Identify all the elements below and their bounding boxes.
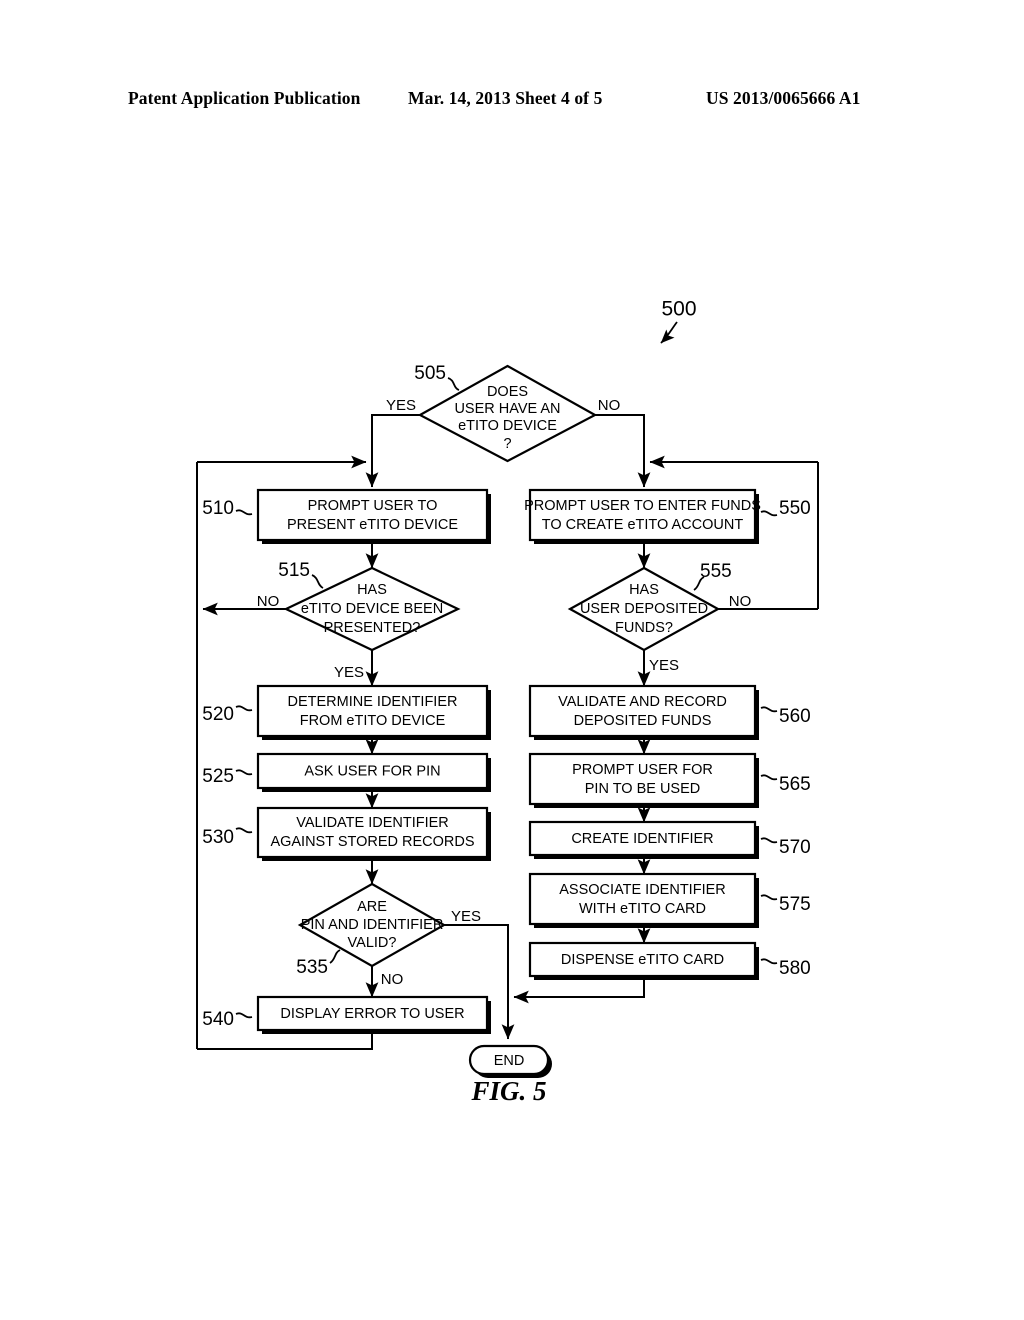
ref-number-535: 535 <box>296 957 328 978</box>
process-560-line1: VALIDATE AND RECORD <box>558 694 727 710</box>
process-520-line1: DETERMINE IDENTIFIER <box>288 694 458 710</box>
ref-number-580: 580 <box>779 958 811 979</box>
ref-leader-565 <box>760 774 778 781</box>
ref-number-505: 505 <box>414 363 446 384</box>
ref-leader-530 <box>235 827 253 834</box>
process-530[interactable]: VALIDATE IDENTIFIER AGAINST STORED RECOR… <box>256 806 491 861</box>
ref-number-540: 540 <box>202 1009 234 1030</box>
process-575-line1: ASSOCIATE IDENTIFIER <box>559 882 726 898</box>
process-560-line2: DEPOSITED FUNDS <box>574 713 712 729</box>
process-530-line2: AGAINST STORED RECORDS <box>270 834 474 850</box>
decision-505-line3: eTITO DEVICE <box>458 418 557 434</box>
decision-505-line1: DOES <box>487 384 528 400</box>
process-580[interactable]: DISPENSE eTITO CARD <box>528 941 759 980</box>
ref-number-525: 525 <box>202 766 234 787</box>
ref-leader-525 <box>235 769 253 776</box>
branch-label-535-yes: YES <box>451 908 481 925</box>
decision-535-line1: ARE <box>357 899 387 915</box>
process-565-line2: PIN TO BE USED <box>585 781 701 797</box>
ref-leader-550 <box>760 510 778 517</box>
decision-515-line2: eTITO DEVICE BEEN <box>301 601 443 617</box>
process-540-line1: DISPLAY ERROR TO USER <box>280 1006 464 1022</box>
process-510-line1: PROMPT USER TO <box>308 498 438 514</box>
ref-number-550: 550 <box>779 498 811 519</box>
edge-505-yes-to-510 <box>365 414 420 488</box>
ref-leader-510 <box>235 509 253 516</box>
terminator-end-label: END <box>494 1053 525 1069</box>
process-565[interactable]: PROMPT USER FOR PIN TO BE USED <box>528 752 759 808</box>
flowchart-figure: DOES USER HAVE AN eTITO DEVICE ? 505 YES… <box>196 298 819 1106</box>
branch-label-505-yes: YES <box>386 397 416 414</box>
process-570[interactable]: CREATE IDENTIFIER <box>528 820 759 859</box>
process-510-line2: PRESENT eTITO DEVICE <box>287 517 458 533</box>
process-570-line1: CREATE IDENTIFIER <box>571 831 713 847</box>
ref-leader-570 <box>760 837 778 844</box>
process-510[interactable]: PROMPT USER TO PRESENT eTITO DEVICE <box>256 488 491 544</box>
figure-caption: FIG. 5 <box>470 1076 546 1106</box>
ref-number-515: 515 <box>278 560 310 581</box>
decision-555-line3: FUNDS? <box>615 620 673 636</box>
process-530-line1: VALIDATE IDENTIFIER <box>296 815 449 831</box>
process-520[interactable]: DETERMINE IDENTIFIER FROM eTITO DEVICE <box>256 684 491 740</box>
decision-515[interactable]: HAS eTITO DEVICE BEEN PRESENTED? <box>283 566 461 652</box>
ref-number-520: 520 <box>202 704 234 725</box>
process-550-line1: PROMPT USER TO ENTER FUNDS <box>524 498 761 514</box>
ref-number-560: 560 <box>779 706 811 727</box>
decision-505[interactable]: DOES USER HAVE AN eTITO DEVICE ? <box>417 364 598 463</box>
decision-535-line3: VALID? <box>348 935 397 951</box>
figure-ref-number-500: 500 <box>661 298 696 321</box>
process-565-line1: PROMPT USER FOR <box>572 762 713 778</box>
ref-number-555: 555 <box>700 561 732 582</box>
process-520-line2: FROM eTITO DEVICE <box>300 713 446 729</box>
process-550-line2: TO CREATE eTITO ACCOUNT <box>542 517 744 533</box>
process-525[interactable]: ASK USER FOR PIN <box>256 752 491 792</box>
decision-535-line2: PIN AND IDENTIFIER <box>301 917 444 933</box>
ref-leader-515 <box>311 574 324 589</box>
branch-label-535-no: NO <box>381 971 404 988</box>
ref-leader-520 <box>235 705 253 712</box>
ref-leader-560 <box>760 706 778 713</box>
decision-515-line1: HAS <box>357 582 387 598</box>
decision-535[interactable]: ARE PIN AND IDENTIFIER VALID? <box>297 882 447 968</box>
ref-number-510: 510 <box>202 498 234 519</box>
process-550[interactable]: PROMPT USER TO ENTER FUNDS TO CREATE eTI… <box>524 488 761 544</box>
decision-515-line3: PRESENTED? <box>324 620 421 636</box>
branch-label-515-no: NO <box>257 593 280 610</box>
decision-505-line2: USER HAVE AN <box>454 401 560 417</box>
decision-555[interactable]: HAS USER DEPOSITED FUNDS? <box>567 566 721 652</box>
patent-page: Patent Application Publication Mar. 14, … <box>0 0 1024 1320</box>
process-580-line1: DISPENSE eTITO CARD <box>561 952 724 968</box>
ref-number-530: 530 <box>202 827 234 848</box>
process-575-line2: WITH eTITO CARD <box>579 901 706 917</box>
terminator-end[interactable]: END <box>468 1044 552 1078</box>
branch-label-555-no: NO <box>729 593 752 610</box>
decision-555-line1: HAS <box>629 582 659 598</box>
branch-label-505-no: NO <box>598 397 621 414</box>
ref-leader-540 <box>235 1012 253 1019</box>
process-575[interactable]: ASSOCIATE IDENTIFIER WITH eTITO CARD <box>528 872 759 928</box>
ref-leader-505 <box>447 377 460 391</box>
process-560[interactable]: VALIDATE AND RECORD DEPOSITED FUNDS <box>528 684 759 740</box>
branch-label-515-yes: YES <box>334 664 364 681</box>
edge-505-no-to-550 <box>595 414 651 488</box>
decision-505-line4: ? <box>503 436 511 452</box>
process-540[interactable]: DISPLAY ERROR TO USER <box>256 995 491 1034</box>
process-525-line1: ASK USER FOR PIN <box>304 763 440 779</box>
figure-ref-arrow-500 <box>660 321 678 344</box>
decision-555-line2: USER DEPOSITED <box>580 601 708 617</box>
ref-number-565: 565 <box>779 774 811 795</box>
ref-leader-575 <box>760 894 778 901</box>
branch-label-555-yes: YES <box>649 657 679 674</box>
ref-number-570: 570 <box>779 837 811 858</box>
ref-number-575: 575 <box>779 894 811 915</box>
ref-leader-535 <box>329 949 341 964</box>
ref-leader-580 <box>760 958 778 965</box>
